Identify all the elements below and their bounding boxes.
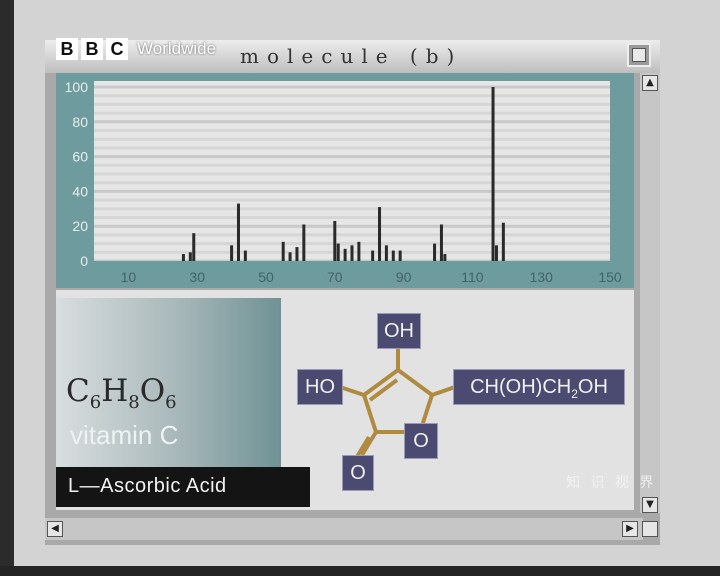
watermark-text: 知 识 视 界 xyxy=(566,475,657,491)
side-chain-part-a: CH(OH)CH xyxy=(470,376,572,398)
side-chain-subscript: 2 xyxy=(571,387,578,401)
scroll-down-arrow-icon[interactable]: ▼ xyxy=(642,497,658,513)
bond-c3-c4 xyxy=(396,368,434,397)
scroll-left-arrow-icon[interactable]: ◀ xyxy=(47,521,63,537)
bond-c1-c2 xyxy=(362,394,378,433)
scroll-up-arrow-icon[interactable]: ▲ xyxy=(642,75,658,91)
vertical-scrollbar[interactable] xyxy=(640,73,660,513)
scroll-right-arrow-icon[interactable]: ▶ xyxy=(622,521,638,537)
resize-handle-icon[interactable] xyxy=(642,521,658,537)
horizontal-scrollbar[interactable] xyxy=(45,518,643,540)
bond-ho-left xyxy=(339,385,365,397)
group-oh-top: OH xyxy=(377,313,421,349)
bond-side-chain xyxy=(431,385,456,397)
side-chain-part-b: OH xyxy=(577,376,608,398)
group-ho-left: HO xyxy=(297,369,343,405)
group-side-chain: CH(OH)CH2OH xyxy=(453,369,625,405)
group-carbonyl-oxygen: O xyxy=(342,455,374,491)
group-ring-oxygen: O xyxy=(404,423,438,459)
